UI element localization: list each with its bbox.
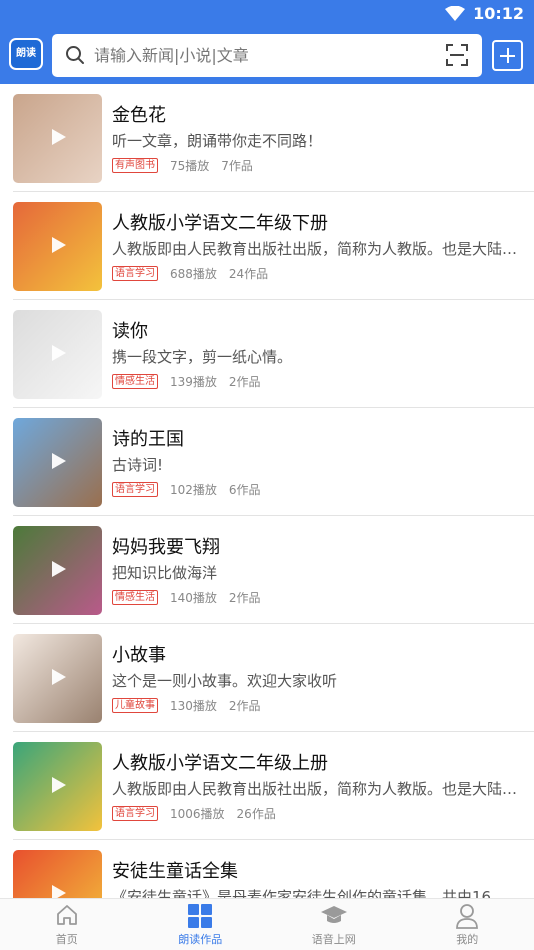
item-meta: 儿童故事 130播放 2作品	[112, 697, 261, 714]
item-meta: 语言学习 1006播放 26作品	[112, 805, 276, 822]
item-title[interactable]: 诗的王国	[112, 425, 184, 451]
tab-profile[interactable]: 我的	[401, 899, 534, 950]
item-meta: 语言学习 102播放 6作品	[112, 481, 261, 498]
item-description: 古诗词!	[112, 454, 522, 475]
item-title[interactable]: 妈妈我要飞翔	[112, 533, 220, 559]
tab-label: 我的	[401, 931, 534, 947]
list-item[interactable]: 诗的王国 古诗词! 语言学习 102播放 6作品	[13, 408, 534, 516]
play-count: 1006播放	[170, 805, 225, 822]
item-description: 人教版即由人民教育出版社出版，简称为人教版。也是大陆地区最大的教材出版社	[112, 778, 522, 799]
play-icon	[51, 560, 67, 578]
play-icon	[51, 884, 67, 898]
wifi-icon	[445, 6, 465, 22]
search-input[interactable]	[94, 34, 434, 77]
cover-image[interactable]	[13, 850, 102, 898]
list-item[interactable]: 安徒生童话全集 《安徒生童话》是丹麦作家安徒生创作的童话集，共由16 儿童故事	[13, 840, 534, 898]
list-item[interactable]: 人教版小学语文二年级上册 人教版即由人民教育出版社出版，简称为人教版。也是大陆地…	[13, 732, 534, 840]
tab-label: 朗读作品	[134, 931, 268, 947]
work-count: 2作品	[229, 373, 261, 390]
status-bar: 10:12	[0, 0, 534, 28]
scan-icon[interactable]	[446, 44, 468, 66]
play-count: 102播放	[170, 481, 217, 498]
list-item[interactable]: 人教版小学语文二年级下册 人教版即由人民教育出版社出版，简称为人教版。也是大陆地…	[13, 192, 534, 300]
work-count: 24作品	[229, 265, 268, 282]
play-icon	[51, 344, 67, 362]
tab-reading-works[interactable]: 朗读作品	[134, 899, 268, 950]
item-meta: 情感生活 139播放 2作品	[112, 373, 261, 390]
cover-image[interactable]	[13, 202, 102, 291]
item-meta: 语言学习 688播放 24作品	[112, 265, 268, 282]
item-title[interactable]: 安徒生童话全集	[112, 857, 238, 883]
cover-image[interactable]	[13, 526, 102, 615]
list-item[interactable]: 读你 携一段文字，剪一纸心情。 情感生活 139播放 2作品	[13, 300, 534, 408]
cover-image[interactable]	[13, 742, 102, 831]
work-count: 2作品	[229, 697, 261, 714]
tab-voice-browse[interactable]: 语音上网	[267, 899, 401, 950]
list-item[interactable]: 小故事 这个是一则小故事。欢迎大家收听 儿童故事 130播放 2作品	[13, 624, 534, 732]
item-title[interactable]: 小故事	[112, 641, 166, 667]
play-count: 688播放	[170, 265, 217, 282]
tab-home[interactable]: 首页	[0, 899, 134, 950]
category-tag: 语言学习	[112, 482, 158, 497]
item-description: 携一段文字，剪一纸心情。	[112, 346, 522, 367]
play-count: 75播放	[170, 157, 209, 174]
app-logo[interactable]: 朗读	[9, 38, 43, 70]
work-count: 26作品	[237, 805, 276, 822]
item-meta: 有声图书 75播放 7作品	[112, 157, 253, 174]
item-title[interactable]: 金色花	[112, 101, 166, 127]
item-description: 这个是一则小故事。欢迎大家收听	[112, 670, 522, 691]
bottom-tab-bar: 首页 朗读作品 语音上网 我的	[0, 898, 534, 950]
user-icon	[455, 903, 479, 929]
grid-icon	[187, 903, 213, 929]
play-icon	[51, 452, 67, 470]
category-tag: 情感生活	[112, 590, 158, 605]
category-tag: 有声图书	[112, 158, 158, 173]
item-title[interactable]: 人教版小学语文二年级上册	[112, 749, 328, 775]
search-icon	[65, 45, 85, 65]
category-tag: 语言学习	[112, 806, 158, 821]
item-description: 把知识比做海洋	[112, 562, 522, 583]
home-icon	[55, 903, 79, 927]
tab-label: 语音上网	[267, 931, 401, 947]
cover-image[interactable]	[13, 94, 102, 183]
play-icon	[51, 776, 67, 794]
cover-image[interactable]	[13, 418, 102, 507]
app-header: 朗读	[0, 28, 534, 84]
work-count: 6作品	[229, 481, 261, 498]
item-title[interactable]: 读你	[112, 317, 148, 343]
logo-text: 朗读	[16, 49, 36, 59]
tab-label: 首页	[0, 931, 134, 947]
play-icon	[51, 128, 67, 146]
list-item[interactable]: 妈妈我要飞翔 把知识比做海洋 情感生活 140播放 2作品	[13, 516, 534, 624]
works-list: 金色花 听一文章，朗诵带你走不同路！ 有声图书 75播放 7作品 人教版小学语文…	[0, 84, 534, 898]
item-title[interactable]: 人教版小学语文二年级下册	[112, 209, 328, 235]
play-icon	[51, 236, 67, 254]
work-count: 7作品	[221, 157, 253, 174]
item-description: 《安徒生童话》是丹麦作家安徒生创作的童话集，共由16	[112, 886, 522, 898]
play-count: 139播放	[170, 373, 217, 390]
status-time: 10:12	[473, 4, 524, 23]
item-meta: 情感生活 140播放 2作品	[112, 589, 261, 606]
search-bar[interactable]	[52, 34, 482, 77]
cover-image[interactable]	[13, 310, 102, 399]
graduation-cap-icon	[320, 903, 348, 927]
category-tag: 情感生活	[112, 374, 158, 389]
item-description: 听一文章，朗诵带你走不同路！	[112, 130, 522, 151]
play-count: 140播放	[170, 589, 217, 606]
list-item[interactable]: 金色花 听一文章，朗诵带你走不同路！ 有声图书 75播放 7作品	[13, 84, 534, 192]
cover-image[interactable]	[13, 634, 102, 723]
category-tag: 语言学习	[112, 266, 158, 281]
item-description: 人教版即由人民教育出版社出版，简称为人教版。也是大陆地区最大的教材出版社	[112, 238, 522, 259]
play-icon	[51, 668, 67, 686]
play-count: 130播放	[170, 697, 217, 714]
add-button[interactable]	[492, 40, 523, 71]
category-tag: 儿童故事	[112, 698, 158, 713]
work-count: 2作品	[229, 589, 261, 606]
